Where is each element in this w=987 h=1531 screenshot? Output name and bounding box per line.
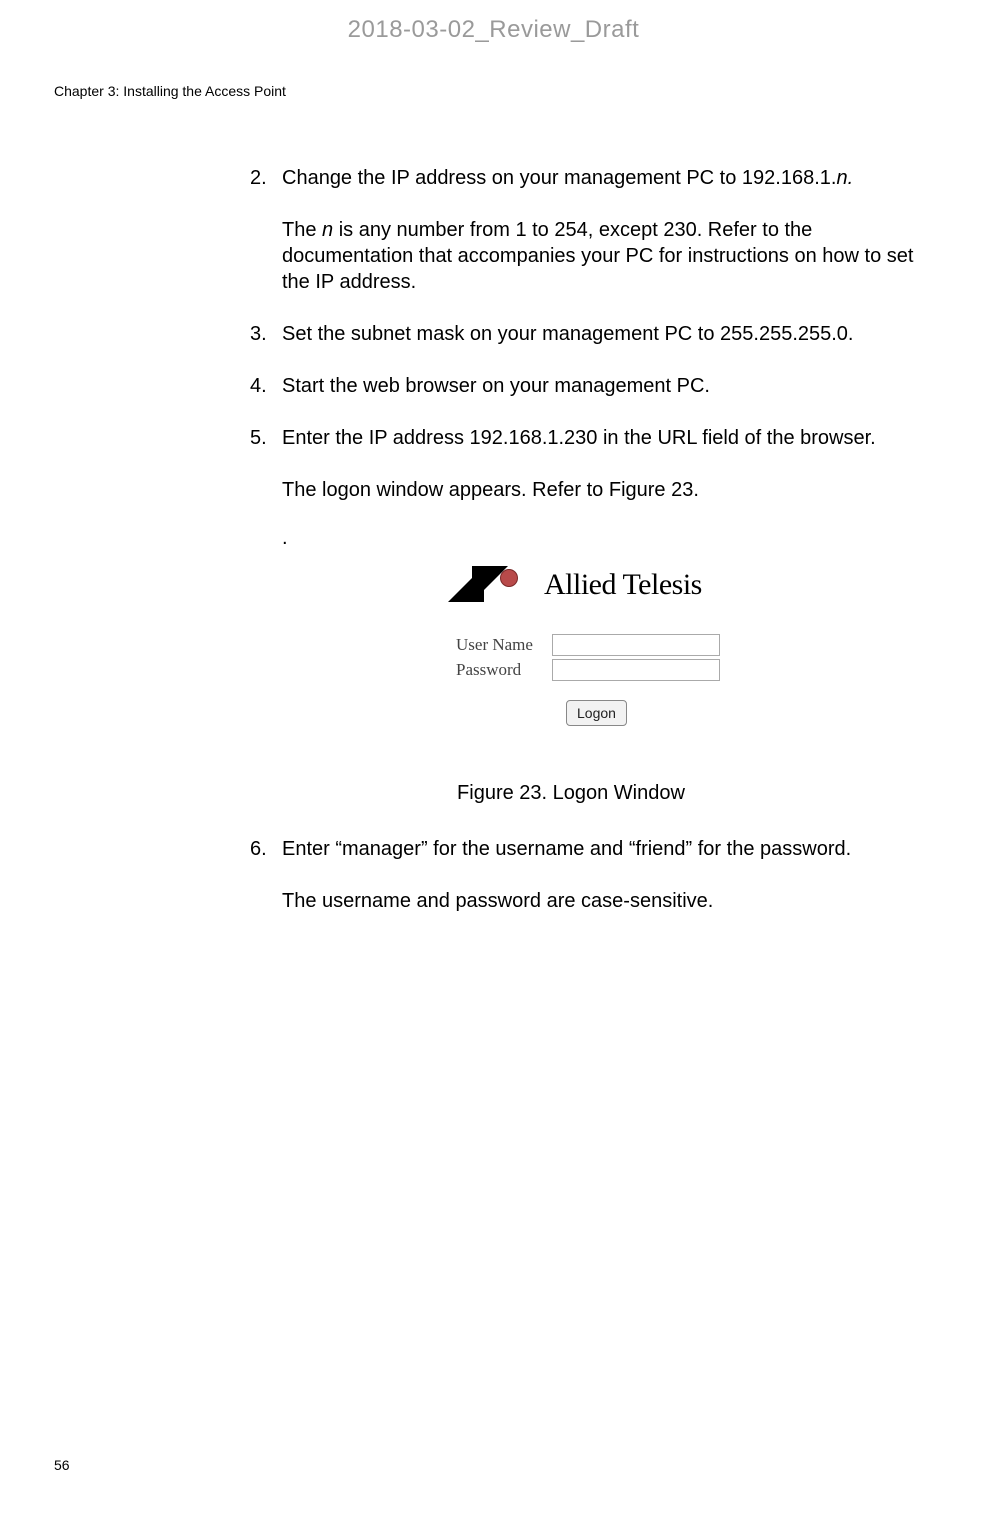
chapter-header: Chapter 3: Installing the Access Point — [54, 83, 286, 99]
step-6: 6. Enter “manager” for the username and … — [250, 836, 922, 862]
figure-caption: Figure 23. Logon Window — [220, 780, 922, 806]
sub-text-part: The — [282, 219, 322, 241]
step-2: 2. Change the IP address on your managem… — [250, 165, 922, 191]
watermark-text: 2018-03-02_Review_Draft — [0, 16, 987, 44]
password-input[interactable] — [552, 659, 720, 681]
step-4: 4. Start the web browser on your managem… — [250, 373, 922, 399]
step-text: Start the web browser on your management… — [282, 373, 922, 399]
step-2-sub: The n is any number from 1 to 254, excep… — [282, 217, 922, 295]
logo-row: Allied Telesis — [448, 565, 720, 604]
step-text: Enter “manager” for the username and “fr… — [282, 836, 922, 862]
logon-button[interactable]: Logon — [566, 700, 627, 726]
username-input[interactable] — [552, 634, 720, 656]
logon-window: Allied Telesis User Name Password Logon — [434, 559, 728, 740]
step-marker: 4. — [250, 373, 267, 399]
logon-form: User Name Password Logon — [456, 634, 720, 726]
step-marker: 2. — [250, 165, 267, 191]
page-content: 2. Change the IP address on your managem… — [250, 165, 922, 940]
username-row: User Name — [456, 634, 720, 656]
sub-text-italic: n — [322, 219, 333, 241]
step-text: Set the subnet mask on your management P… — [282, 321, 922, 347]
step-marker: 6. — [250, 836, 267, 862]
sub-text-part: is any number from 1 to 254, except 230.… — [282, 219, 913, 293]
step-5-dot: . — [282, 525, 922, 551]
password-row: Password — [456, 659, 720, 681]
step-text: Change the IP address on your management… — [282, 165, 922, 191]
step-6-sub: The username and password are case-sensi… — [282, 888, 922, 914]
step-text: Enter the IP address 192.168.1.230 in th… — [282, 425, 922, 451]
step-5: 5. Enter the IP address 192.168.1.230 in… — [250, 425, 922, 451]
password-label: Password — [456, 659, 552, 681]
step-3: 3. Set the subnet mask on your managemen… — [250, 321, 922, 347]
username-label: User Name — [456, 634, 552, 656]
step-marker: 5. — [250, 425, 267, 451]
figure-23: Allied Telesis User Name Password Logon … — [240, 559, 922, 806]
step-5-sub: The logon window appears. Refer to Figur… — [282, 477, 922, 503]
step-text-italic: n. — [836, 167, 853, 189]
page-number: 56 — [54, 1457, 70, 1473]
step-text-part: Change the IP address on your management… — [282, 167, 836, 189]
logo-circle-icon — [500, 569, 518, 587]
step-marker: 3. — [250, 321, 267, 347]
allied-telesis-logo-icon — [448, 566, 536, 604]
logo-text: Allied Telesis — [544, 565, 702, 604]
